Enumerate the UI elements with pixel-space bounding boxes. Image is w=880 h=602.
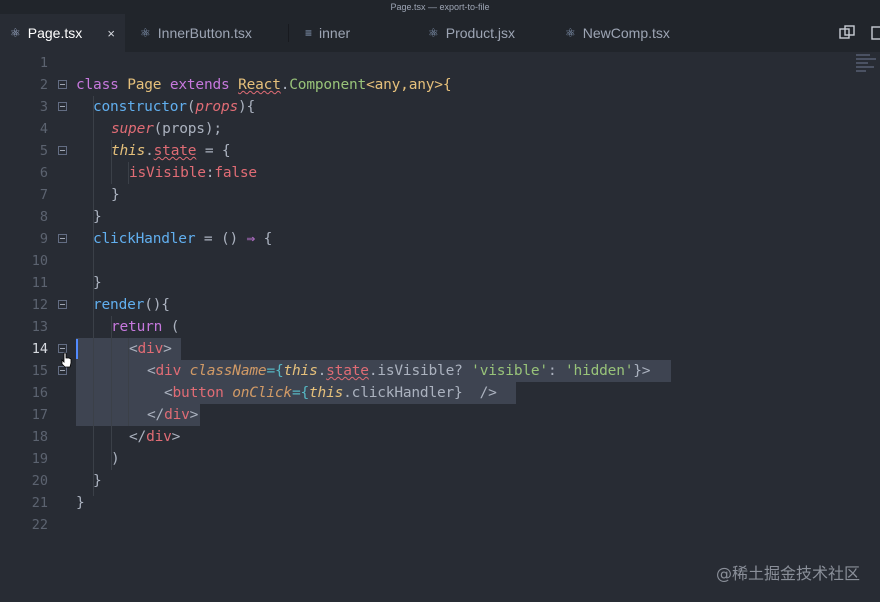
file-text-icon: ≡ <box>305 26 313 40</box>
line-number: 2 <box>39 77 48 93</box>
code-line: return ( <box>111 319 180 335</box>
tab-innerbutton-tsx[interactable]: ⚛ InnerButton.tsx <box>130 14 280 52</box>
tab-label: NewComp.tsx <box>582 25 670 41</box>
code-editor[interactable]: 1 2 class Page extends React.Component<a… <box>0 52 880 602</box>
line-number: 13 <box>31 319 48 335</box>
fold-toggle-icon[interactable] <box>58 234 67 243</box>
line-number: 6 <box>39 165 48 181</box>
fold-toggle-icon[interactable] <box>58 80 67 89</box>
react-icon: ⚛ <box>428 26 439 40</box>
code-line: <button onClick={this.clickHandler} /> <box>164 385 497 401</box>
close-icon[interactable]: × <box>107 26 115 41</box>
tab-newcomp-tsx[interactable]: ⚛ NewComp.tsx <box>555 14 695 52</box>
line-number: 7 <box>39 187 48 203</box>
line-number: 19 <box>31 451 48 467</box>
line-number: 3 <box>39 99 48 115</box>
line-number: 11 <box>31 275 48 291</box>
tab-separator <box>288 24 289 42</box>
line-number: 14 <box>31 341 48 357</box>
code-line: this.state = { <box>111 143 231 159</box>
line-number: 12 <box>31 297 48 313</box>
code-line: class Page extends React.Component<any,a… <box>76 77 452 93</box>
line-number: 21 <box>31 495 48 511</box>
panel-toggle-icon[interactable] <box>870 14 880 52</box>
code-line: </div> <box>129 429 181 445</box>
fold-toggle-icon[interactable] <box>58 300 67 309</box>
tab-bar: ⚛ Page.tsx × ⚛ InnerButton.tsx ≡ inner ⚛… <box>0 14 880 52</box>
code-line: } <box>93 473 102 489</box>
code-line: </div> <box>147 407 199 423</box>
code-line: } <box>111 187 120 203</box>
code-line: ) <box>111 451 120 467</box>
code-line: isVisible:false <box>129 165 257 181</box>
tab-label: Page.tsx <box>27 25 83 41</box>
watermark: @稀土掘金技术社区 <box>715 564 860 583</box>
fold-toggle-icon[interactable] <box>58 102 67 111</box>
line-number: 1 <box>39 55 48 71</box>
fold-toggle-icon[interactable] <box>58 146 67 155</box>
line-number: 18 <box>31 429 48 445</box>
line-number: 20 <box>31 473 48 489</box>
react-icon: ⚛ <box>565 26 576 40</box>
line-number: 4 <box>39 121 48 137</box>
line-number: 15 <box>31 363 48 379</box>
code-line: } <box>76 495 85 511</box>
line-number: 8 <box>39 209 48 225</box>
mouse-pointer-icon <box>61 352 73 372</box>
code-line: } <box>93 209 102 225</box>
react-icon: ⚛ <box>10 26 21 40</box>
window-title: Page.tsx — export-to-file <box>0 0 880 14</box>
tab-label: Product.jsx <box>445 25 516 41</box>
tab-page-tsx[interactable]: ⚛ Page.tsx × <box>0 14 125 52</box>
line-number: 10 <box>31 253 48 269</box>
line-number: 17 <box>31 407 48 423</box>
code-line: <div className={this.state.isVisible? 'v… <box>147 363 651 379</box>
tab-product-jsx[interactable]: ⚛ Product.jsx <box>418 14 548 52</box>
line-number: 5 <box>39 143 48 159</box>
code-line: } <box>93 275 102 291</box>
code-line: clickHandler = () ⇒ { <box>93 231 273 247</box>
line-number: 22 <box>31 517 48 533</box>
code-line: render(){ <box>93 297 170 313</box>
tab-label: inner <box>319 25 351 41</box>
code-line: <div> <box>129 341 172 357</box>
react-icon: ⚛ <box>140 26 151 40</box>
tab-label: InnerButton.tsx <box>157 25 252 41</box>
code-line: super(props); <box>111 121 222 137</box>
code-line: constructor(props){ <box>93 99 256 115</box>
split-pane-icon[interactable] <box>838 14 856 52</box>
line-number: 9 <box>39 231 48 247</box>
line-number: 16 <box>31 385 48 401</box>
tab-inner[interactable]: ≡ inner <box>295 14 415 52</box>
